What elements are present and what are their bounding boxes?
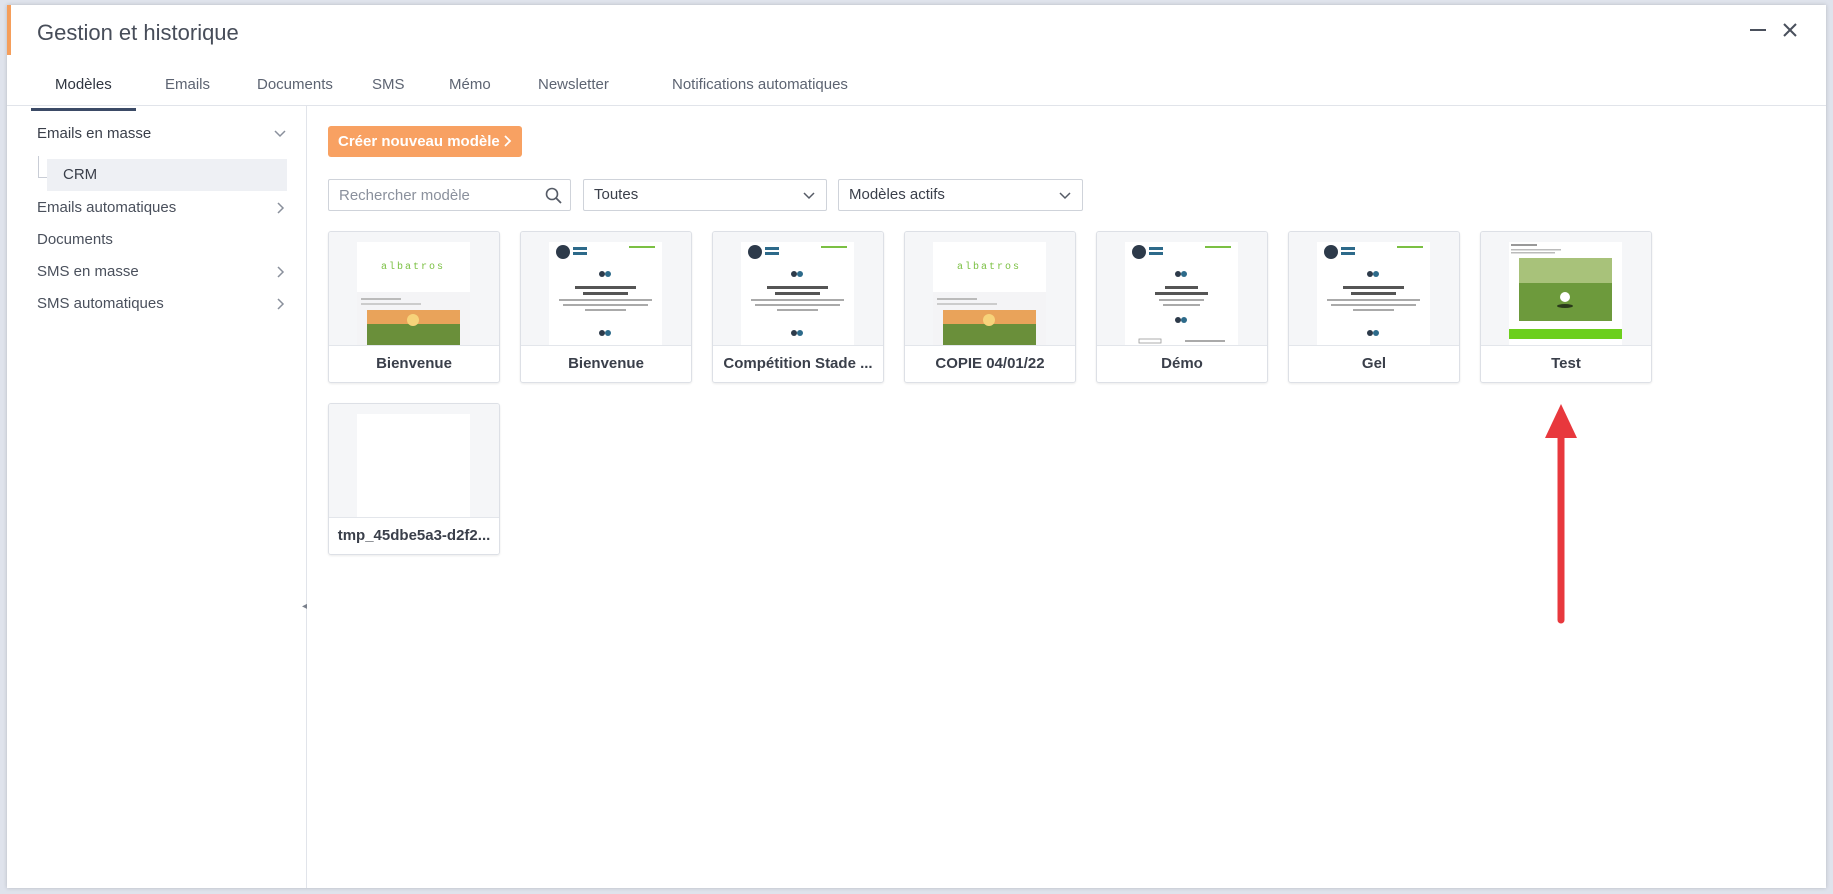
tree-connector: [38, 156, 47, 178]
template-name: COPIE 04/01/22: [905, 345, 1075, 382]
template-card[interactable]: Test: [1480, 231, 1652, 383]
svg-text:albatros: albatros: [957, 261, 1021, 273]
search-input[interactable]: [329, 180, 529, 210]
template-name: tmp_45dbe5a3-d2f2...: [329, 517, 499, 554]
tab-bar: Modèles Emails Documents SMS Mémo Newsle…: [27, 63, 1807, 111]
template-card[interactable]: Gel: [1288, 231, 1460, 383]
tab-sms[interactable]: SMS: [348, 63, 429, 111]
template-card[interactable]: Compétition Stade ...: [712, 231, 884, 383]
chevron-down-icon: [803, 192, 815, 200]
accent-bar: [7, 5, 11, 55]
sidebar-item-documents[interactable]: Documents: [37, 226, 287, 254]
template-name: Bienvenue: [521, 345, 691, 382]
collapse-sidebar-handle[interactable]: ◂: [302, 601, 307, 612]
sidebar-item-label: SMS en masse: [37, 263, 139, 280]
annotation-arrow: [1545, 404, 1577, 624]
chevron-right-icon: [277, 266, 285, 278]
sidebar-item-sms-automatiques[interactable]: SMS automatiques: [37, 290, 287, 318]
tab-memo[interactable]: Mémo: [425, 63, 515, 111]
search-box: [328, 179, 571, 211]
tab-documents[interactable]: Documents: [233, 63, 357, 111]
template-thumbnail: [521, 232, 691, 345]
chevron-right-icon: [504, 135, 512, 147]
chevron-right-icon: [277, 202, 285, 214]
sidebar-item-crm[interactable]: CRM: [47, 159, 287, 191]
create-template-button[interactable]: Créer nouveau modèle: [328, 126, 522, 157]
dialog-title: Gestion et historique: [37, 20, 239, 45]
template-thumbnail: albatros: [905, 232, 1075, 345]
template-name: Compétition Stade ...: [713, 345, 883, 382]
status-select-value: Modèles actifs: [849, 186, 945, 203]
template-card[interactable]: tmp_45dbe5a3-d2f2...: [328, 403, 500, 555]
template-name: Bienvenue: [329, 345, 499, 382]
template-name: Démo: [1097, 345, 1267, 382]
svg-text:albatros: albatros: [381, 261, 445, 273]
template-name: Gel: [1289, 345, 1459, 382]
tab-emails[interactable]: Emails: [141, 63, 234, 111]
minimize-icon[interactable]: [1745, 17, 1771, 43]
template-thumbnail: [1481, 232, 1651, 345]
template-card[interactable]: Démo: [1096, 231, 1268, 383]
template-card[interactable]: albatros COPIE 04/01/22: [904, 231, 1076, 383]
sidebar: Emails en masse CRM Emails automatiques …: [7, 106, 307, 888]
chevron-right-icon: [277, 298, 285, 310]
close-icon[interactable]: [1777, 17, 1803, 43]
template-thumbnail: [713, 232, 883, 345]
tab-newsletter[interactable]: Newsletter: [514, 63, 633, 111]
sidebar-item-label: Emails en masse: [37, 125, 152, 142]
tab-modeles[interactable]: Modèles: [31, 63, 136, 111]
template-thumbnail: [1289, 232, 1459, 345]
sidebar-item-label: SMS automatiques: [37, 295, 164, 312]
search-icon[interactable]: [545, 187, 562, 204]
template-thumbnail: [329, 404, 499, 517]
sidebar-item-label: Emails automatiques: [37, 199, 177, 216]
template-card[interactable]: albatros Bienvenue: [328, 231, 500, 383]
sidebar-item-sms-en-masse[interactable]: SMS en masse: [37, 258, 287, 286]
tab-notifications[interactable]: Notifications automatiques: [648, 63, 872, 111]
status-select[interactable]: Modèles actifs: [838, 179, 1083, 211]
template-name: Test: [1481, 345, 1651, 382]
template-thumbnail: [1097, 232, 1267, 345]
sidebar-item-label: Documents: [37, 231, 113, 248]
category-select-value: Toutes: [594, 186, 639, 203]
category-select[interactable]: Toutes: [583, 179, 827, 211]
template-thumbnail: albatros: [329, 232, 499, 345]
sidebar-item-emails-automatiques[interactable]: Emails automatiques: [37, 194, 287, 222]
create-template-label: Créer nouveau modèle: [338, 133, 500, 150]
chevron-down-icon: [1059, 192, 1071, 200]
chevron-down-icon: [274, 130, 286, 138]
sidebar-item-emails-en-masse[interactable]: Emails en masse: [37, 120, 287, 148]
template-card[interactable]: Bienvenue: [520, 231, 692, 383]
